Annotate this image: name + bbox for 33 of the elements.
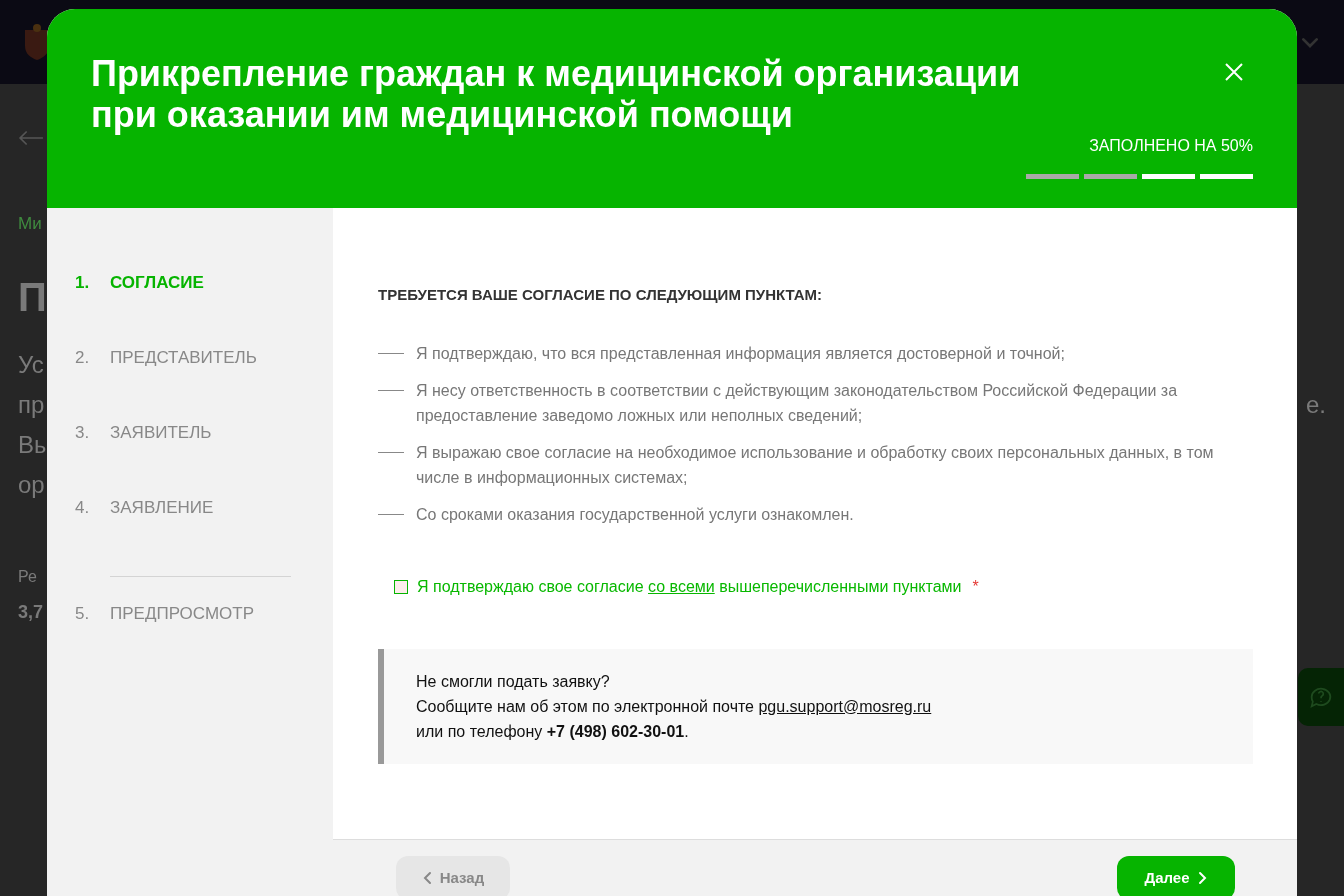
agreement-checkbox[interactable] xyxy=(394,579,408,594)
progress-label: ЗАПОЛНЕНО НА 50% xyxy=(1089,136,1253,156)
rating-label: Ре xyxy=(18,566,37,587)
description-text: пр xyxy=(18,389,45,420)
help-text: Не смогли подать заявку? xyxy=(416,671,611,692)
back-arrow-icon[interactable] xyxy=(18,129,44,147)
consent-item-text: Я подтверждаю, что вся представленная информация является достоверной и точной; xyxy=(416,343,1066,364)
consent-item-text: Я выражаю свое согласие на необходимое использование и обработку своих персональных данных, в том числе в информационных системах; xyxy=(416,442,1215,488)
agreement-text: Я подтверждаю свое согласие со всеми вышеперечисленными пунктами xyxy=(417,576,962,597)
modal-title: Прикрепление граждан к медицинской организации при оказании им медицинской помощи xyxy=(91,53,1022,137)
step-item[interactable]: 4. ЗАЯВЛЕНИЕ xyxy=(75,495,291,570)
step-item[interactable]: 5. ПРЕДПРОСМОТР xyxy=(75,601,291,676)
description-text: е. xyxy=(1306,389,1326,420)
next-button[interactable]: Далее xyxy=(1117,856,1235,896)
help-text: или по телефону +7 (498) 602-30-01. xyxy=(416,721,690,742)
consent-heading: ТРЕБУЕТСЯ ВАШЕ СОГЛАСИЕ ПО СЛЕДУЮЩИМ ПУНКТАМ: xyxy=(378,285,824,305)
step-item[interactable]: 2. ПРЕДСТАВИТЕЛЬ xyxy=(75,345,291,420)
consent-item-text: Со сроками оказания государственной услуги ознакомлен. xyxy=(416,504,855,525)
required-mark: * xyxy=(972,576,979,597)
email-link[interactable]: pgu.support@mosreg.ru xyxy=(758,697,932,715)
agreement-link[interactable]: со всеми xyxy=(648,577,715,595)
description-text: ор xyxy=(18,469,45,500)
breadcrumb-text: Ми xyxy=(18,213,42,235)
rating-value: 3,7 xyxy=(18,600,44,624)
help-chat-button[interactable] xyxy=(1298,668,1344,726)
close-icon xyxy=(1224,62,1244,82)
page-heading: П xyxy=(18,276,47,317)
description-text: Ус xyxy=(18,349,44,380)
chevron-left-icon xyxy=(421,871,434,885)
consent-item-text: Я несу ответственность в соответствии с действующим законодательством Российской Федерации за предоставление заведомо ложных или неполных сведений; xyxy=(416,380,1179,426)
step-item[interactable]: 1. СОГЛАСИЕ xyxy=(75,270,291,345)
help-text: Сообщите нам об этом по электронной почте pgu.support@mosreg.ru xyxy=(416,696,933,717)
step-item[interactable]: 3. ЗАЯВИТЕЛЬ xyxy=(75,420,291,495)
